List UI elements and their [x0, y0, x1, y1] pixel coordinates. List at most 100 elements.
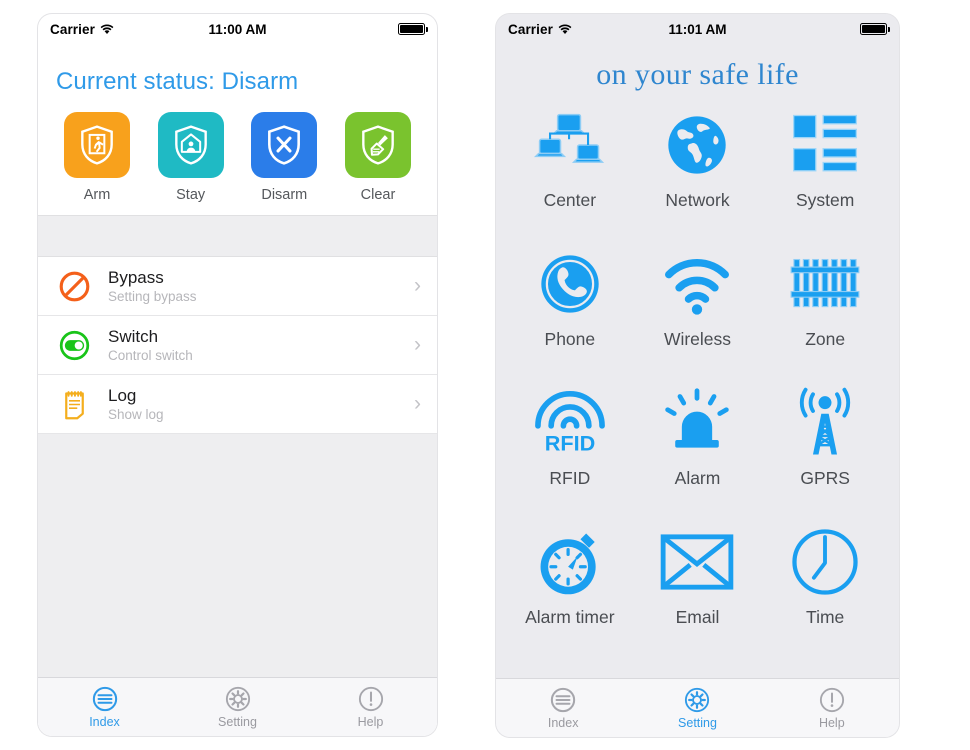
grid-item-system[interactable]: System	[761, 102, 889, 237]
grid-item-label: Network	[665, 190, 730, 210]
status-bar-time: 11:00 AM	[208, 21, 267, 37]
envelope-icon	[658, 519, 736, 605]
status-bar-left: Carrier 11:00 AM	[38, 14, 437, 44]
grid-item-email[interactable]: Email	[634, 519, 762, 654]
grid-item-time[interactable]: Time	[761, 519, 889, 654]
left-screen: Current status: Disarm Arm Stay Disarm C…	[38, 44, 437, 736]
feature-grid: Center Network System Phone Wireless Zon…	[496, 98, 899, 654]
action-disarm[interactable]: Disarm	[239, 112, 329, 203]
list-item-subtitle: Setting bypass	[108, 289, 197, 305]
index-lines-circle-icon	[550, 687, 576, 712]
grid-item-zone[interactable]: Zone	[761, 241, 889, 376]
wifi-signal-icon	[659, 241, 735, 327]
section-separator	[38, 215, 437, 257]
grid-item-label: Email	[675, 607, 720, 627]
stopwatch-icon	[532, 519, 608, 605]
grid-item-rfid[interactable]: RFID RFID	[506, 380, 634, 515]
grid-item-alarm-timer[interactable]: Alarm timer	[506, 519, 634, 654]
chevron-right-icon: ›	[414, 392, 421, 415]
shield-exit-person-icon	[64, 112, 130, 178]
globe-icon	[660, 102, 734, 188]
action-buttons: Arm Stay Disarm Clear	[38, 96, 437, 209]
tab-label: Help	[357, 714, 384, 729]
clock-icon	[788, 519, 862, 605]
grid-item-label: RFID	[549, 468, 591, 488]
chevron-right-icon: ›	[414, 333, 421, 356]
svg-text:RFID: RFID	[545, 430, 596, 455]
empty-area	[496, 654, 899, 678]
list-item-title: Bypass	[108, 267, 164, 287]
grid-item-gprs[interactable]: GPRS	[761, 380, 889, 515]
grid-item-center[interactable]: Center	[506, 102, 634, 237]
action-label: Stay	[176, 187, 206, 203]
phone-handset-circle-icon	[533, 241, 607, 327]
empty-area	[38, 434, 437, 677]
tab-label: Index	[547, 715, 579, 730]
list-item-title: Log	[108, 385, 137, 405]
grid-item-label: Wireless	[663, 329, 732, 349]
tab-setting[interactable]: Setting	[630, 687, 764, 730]
tab-index[interactable]: Index	[496, 687, 630, 730]
action-stay[interactable]: Stay	[146, 112, 236, 203]
grid-item-wireless[interactable]: Wireless	[634, 241, 762, 376]
tab-help[interactable]: Help	[765, 687, 899, 730]
grid-item-label: Alarm timer	[525, 607, 615, 627]
tab-index[interactable]: Index	[38, 686, 171, 729]
grid-item-label: Alarm	[674, 468, 721, 488]
list-item-switch[interactable]: Switch Control switch ›	[38, 316, 437, 375]
status-bar-right-group	[860, 23, 891, 35]
action-clear[interactable]: Clear	[333, 112, 423, 203]
battery-full-icon	[860, 23, 891, 35]
shield-home-person-icon	[157, 112, 224, 178]
chevron-right-icon: ›	[414, 274, 421, 297]
grid-item-label: Zone	[805, 329, 846, 349]
action-label: Arm	[83, 187, 111, 203]
grid-item-alarm[interactable]: Alarm	[634, 380, 762, 515]
siren-beacon-icon	[659, 380, 735, 466]
fence-icon	[787, 241, 863, 327]
tab-bar-right: Index Setting Help	[496, 678, 899, 737]
prohibition-icon	[52, 270, 96, 303]
shield-x-icon	[251, 112, 318, 178]
tab-label: Setting	[678, 715, 717, 730]
tagline: on your safe life	[596, 58, 799, 91]
list-blocks-icon	[788, 102, 862, 188]
exclamation-circle-icon	[819, 687, 844, 712]
tab-setting[interactable]: Setting	[171, 686, 304, 729]
gear-icon	[685, 687, 710, 712]
list-item-text: Switch Control switch	[96, 327, 414, 364]
two-phone-screenshot: Carrier 11:00 AM Current status: Disarm	[0, 0, 970, 750]
list-item-text: Log Show log	[96, 386, 414, 423]
grid-item-label: GPRS	[800, 468, 850, 488]
network-computers-icon	[532, 102, 608, 188]
status-bar-time: 11:01 AM	[668, 21, 727, 37]
notepad-icon	[52, 388, 96, 421]
list-item-subtitle: Control switch	[108, 348, 193, 364]
grid-item-label: System	[795, 190, 855, 210]
toggle-on-icon	[52, 329, 96, 362]
tab-label: Index	[89, 714, 120, 729]
grid-item-label: Phone	[544, 329, 596, 349]
shield-brush-icon	[344, 112, 411, 178]
list-item-subtitle: Show log	[108, 407, 164, 423]
gear-icon	[225, 686, 250, 711]
index-lines-circle-icon	[92, 686, 117, 711]
list-item-log[interactable]: Log Show log ›	[38, 375, 437, 434]
action-label: Disarm	[261, 187, 308, 203]
exclamation-circle-icon	[358, 686, 383, 711]
grid-item-phone[interactable]: Phone	[506, 241, 634, 376]
tab-help[interactable]: Help	[304, 686, 437, 729]
list-item-bypass[interactable]: Bypass Setting bypass ›	[38, 257, 437, 316]
grid-item-network[interactable]: Network	[634, 102, 762, 237]
antenna-tower-icon	[788, 380, 862, 466]
action-arm[interactable]: Arm	[52, 112, 142, 203]
status-bar-right-group	[398, 23, 429, 35]
grid-item-label: Time	[806, 607, 845, 627]
page-title: Current status: Disarm	[56, 68, 299, 95]
phone-right: Carrier 11:01 AM on your safe life Cente…	[496, 14, 899, 737]
phone-left: Carrier 11:00 AM Current status: Disarm	[38, 14, 437, 736]
action-label: Clear	[360, 187, 396, 203]
status-bar-right: Carrier 11:01 AM	[496, 14, 899, 44]
tab-label: Setting	[218, 714, 257, 729]
battery-full-icon	[398, 23, 429, 35]
